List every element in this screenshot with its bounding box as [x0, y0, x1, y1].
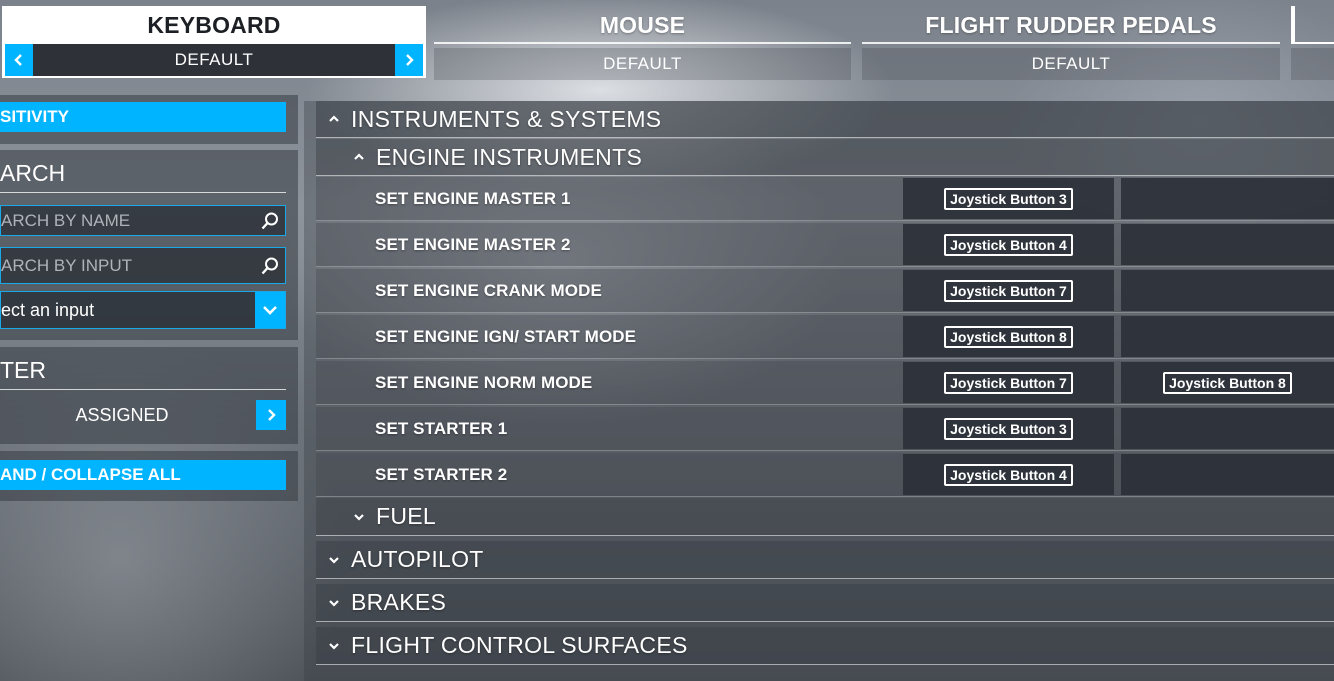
binding-row-set-engine-crank-mode[interactable]: SET ENGINE CRANK MODE Joystick Button 7 — [316, 269, 1334, 313]
binding-name: SET ENGINE NORM MODE — [375, 373, 593, 392]
input-slot-1[interactable]: Joystick Button 4 — [903, 454, 1114, 495]
binding-name: SET ENGINE IGN/ START MODE — [375, 327, 637, 346]
expand-collapse-all-button[interactable]: AND / COLLAPSE ALL — [0, 460, 286, 490]
search-by-input-input[interactable]: ARCH BY INPUT — [0, 247, 286, 284]
input-chip: Joystick Button 3 — [944, 417, 1073, 440]
binding-row-set-starter-2[interactable]: SET STARTER 2 Joystick Button 4 — [316, 453, 1334, 497]
input-slot-2[interactable] — [1121, 454, 1334, 495]
binding-name: SET ENGINE MASTER 1 — [375, 189, 571, 208]
profile-selector: DEFAULT — [5, 44, 423, 76]
binding-row-set-engine-master-1[interactable]: SET ENGINE MASTER 1 Joystick Button 3 — [316, 177, 1334, 221]
input-slot-1[interactable]: Joystick Button 8 — [903, 316, 1114, 357]
search-icon — [261, 212, 278, 230]
previous-profile-button[interactable] — [5, 44, 33, 76]
bindings-panel: INSTRUMENTS & SYSTEMS ENGINE INSTRUMENTS… — [304, 101, 1334, 681]
profile-name: DEFAULT — [174, 50, 254, 69]
search-icon — [261, 257, 278, 275]
input-slot-2[interactable] — [1121, 408, 1334, 449]
filter-heading: TER — [0, 350, 286, 390]
search-by-name-placeholder: ARCH BY NAME — [1, 211, 131, 230]
tab-keyboard[interactable]: KEYBOARD DEFAULT — [2, 6, 426, 78]
tab-title: MOUSE — [434, 6, 851, 44]
binding-name: SET ENGINE MASTER 2 — [375, 235, 571, 254]
search-by-input-placeholder: ARCH BY INPUT — [1, 256, 132, 275]
tab-title — [1291, 6, 1334, 44]
chevron-right-icon — [268, 409, 276, 421]
input-slot-1[interactable]: Joystick Button 3 — [903, 408, 1114, 449]
subcategory-engine-instruments[interactable]: ENGINE INSTRUMENTS — [316, 139, 1334, 176]
category-label: AUTOPILOT — [351, 546, 484, 572]
binding-name: SET STARTER 2 — [375, 465, 508, 484]
binding-row-set-engine-ign-start-mode[interactable]: SET ENGINE IGN/ START MODE Joystick Butt… — [316, 315, 1334, 359]
binding-name: SET ENGINE CRANK MODE — [375, 281, 602, 300]
input-chip: Joystick Button 4 — [944, 233, 1073, 256]
subcategory-label: FUEL — [376, 503, 436, 529]
filter-next-button[interactable] — [256, 400, 286, 430]
input-chip: Joystick Button 8 — [944, 325, 1073, 348]
chevron-down-icon — [316, 641, 351, 651]
subcategory-label: ENGINE INSTRUMENTS — [376, 143, 643, 170]
chevron-down-icon — [316, 555, 351, 565]
sensitivity-button[interactable]: SITIVITY — [0, 102, 286, 132]
tab-title: KEYBOARD — [147, 12, 281, 38]
select-input-dropdown[interactable]: ect an input — [0, 291, 286, 329]
profile-name: DEFAULT — [434, 48, 851, 80]
dropdown-button[interactable] — [255, 292, 285, 328]
tab-flight-rudder-pedals[interactable]: FLIGHT RUDDER PEDALS DEFAULT — [862, 6, 1280, 80]
chevron-up-icon — [341, 152, 376, 162]
input-slot-2[interactable] — [1121, 178, 1334, 219]
input-slot-1[interactable]: Joystick Button 7 — [903, 362, 1114, 403]
input-chip: Joystick Button 8 — [1163, 371, 1292, 394]
input-slot-1[interactable]: Joystick Button 3 — [903, 178, 1114, 219]
chevron-right-icon — [406, 54, 414, 66]
search-by-name-input[interactable]: ARCH BY NAME — [0, 205, 286, 236]
binding-row-set-engine-norm-mode[interactable]: SET ENGINE NORM MODE Joystick Button 7 J… — [316, 361, 1334, 405]
binding-row-set-engine-master-2[interactable]: SET ENGINE MASTER 2 Joystick Button 4 — [316, 223, 1334, 267]
select-input-value: ect an input — [1, 300, 95, 320]
tab-title: FLIGHT RUDDER PEDALS — [862, 6, 1280, 44]
input-slot-2[interactable]: Joystick Button 8 — [1121, 362, 1334, 403]
input-slot-2[interactable] — [1121, 270, 1334, 311]
chevron-down-icon — [341, 512, 376, 522]
tab-next-device[interactable] — [1291, 6, 1334, 80]
input-slot-1[interactable]: Joystick Button 4 — [903, 224, 1114, 265]
input-slot-2[interactable] — [1121, 224, 1334, 265]
input-chip: Joystick Button 7 — [944, 279, 1073, 302]
input-slot-2[interactable] — [1121, 316, 1334, 357]
binding-name: SET STARTER 1 — [375, 419, 508, 438]
tab-profile — [1291, 48, 1334, 80]
input-chip: Joystick Button 3 — [944, 187, 1073, 210]
category-label: INSTRUMENTS & SYSTEMS — [351, 105, 662, 132]
category-instruments-systems[interactable]: INSTRUMENTS & SYSTEMS — [316, 101, 1334, 138]
input-chip: Joystick Button 4 — [944, 463, 1073, 486]
search-heading: ARCH — [0, 153, 286, 193]
category-flight-control-surfaces[interactable]: FLIGHT CONTROL SURFACES — [316, 627, 1334, 665]
category-label: BRAKES — [351, 589, 447, 615]
profile-name: DEFAULT — [862, 48, 1280, 80]
input-chip: Joystick Button 7 — [944, 371, 1073, 394]
chevron-down-icon — [316, 598, 351, 608]
filter-selector[interactable]: ASSIGNED — [0, 400, 286, 430]
category-autopilot[interactable]: AUTOPILOT — [316, 541, 1334, 579]
category-label: FLIGHT CONTROL SURFACES — [351, 632, 688, 658]
tab-mouse[interactable]: MOUSE DEFAULT — [434, 6, 851, 80]
chevron-up-icon — [316, 114, 351, 124]
chevron-down-icon — [263, 306, 277, 315]
binding-row-set-starter-1[interactable]: SET STARTER 1 Joystick Button 3 — [316, 407, 1334, 451]
next-profile-button[interactable] — [395, 44, 423, 76]
category-brakes[interactable]: BRAKES — [316, 584, 1334, 622]
filter-value: ASSIGNED — [75, 405, 169, 425]
chevron-left-icon — [14, 54, 22, 66]
input-slot-1[interactable]: Joystick Button 7 — [903, 270, 1114, 311]
subcategory-fuel[interactable]: FUEL — [316, 498, 1334, 536]
